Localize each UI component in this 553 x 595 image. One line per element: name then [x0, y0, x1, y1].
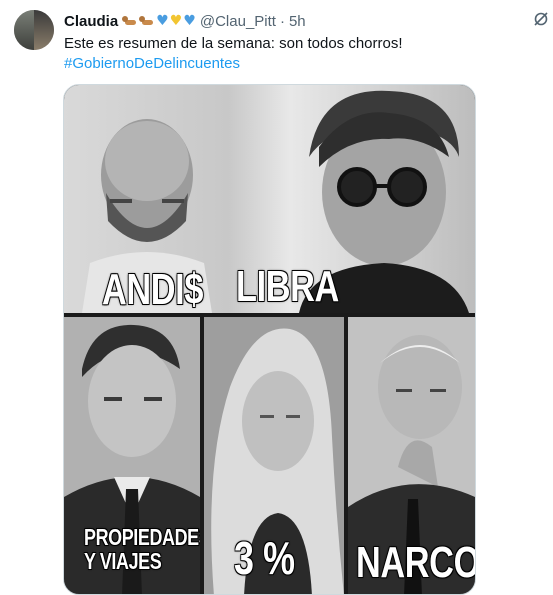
name-emojis: ♥ ♥ ♥	[122, 14, 196, 28]
dog-emoji-icon	[139, 14, 155, 28]
blue-heart-icon: ♥	[183, 13, 196, 29]
hashtag-link[interactable]: #GobiernoDeDelincuentes	[64, 54, 534, 74]
separator-dot: ·	[279, 12, 285, 30]
author-name[interactable]: Claudia	[64, 13, 118, 30]
caption-propiedades-y-viajes: PROPIEDADES Y VIAJES	[84, 524, 200, 574]
grok-icon[interactable]	[533, 11, 549, 27]
meme-panel-bottom-right: NARCO	[348, 317, 475, 594]
tweet-header: Claudia ♥ ♥ ♥ @Clau_Pitt · 5h	[64, 11, 306, 31]
meme-panel-top: ANDI$ LIBRA	[64, 85, 475, 313]
meme-panel-bottom-middle: 3 %	[204, 317, 344, 594]
caption-andis: ANDI$	[102, 265, 204, 313]
blue-heart-icon: ♥	[156, 13, 169, 29]
dog-emoji-icon	[122, 14, 138, 28]
avatar[interactable]	[14, 10, 54, 50]
tweet-text: Este es resumen de la semana: son todos …	[64, 34, 534, 74]
author-handle[interactable]: @Clau_Pitt	[200, 13, 276, 30]
tweet-time[interactable]: 5h	[289, 13, 306, 30]
tweet-body: Este es resumen de la semana: son todos …	[64, 35, 403, 52]
caption-3-percent: 3 %	[234, 532, 295, 584]
yellow-heart-icon: ♥	[169, 13, 183, 29]
caption-narco: NARCO	[356, 538, 475, 587]
tweet-media-image[interactable]: ANDI$ LIBRA PROPIEDADES Y VIAJES 3 % NAR…	[63, 84, 476, 595]
meme-panel-bottom-left: PROPIEDADES Y VIAJES	[64, 317, 200, 594]
caption-libra: LIBRA	[236, 262, 339, 311]
